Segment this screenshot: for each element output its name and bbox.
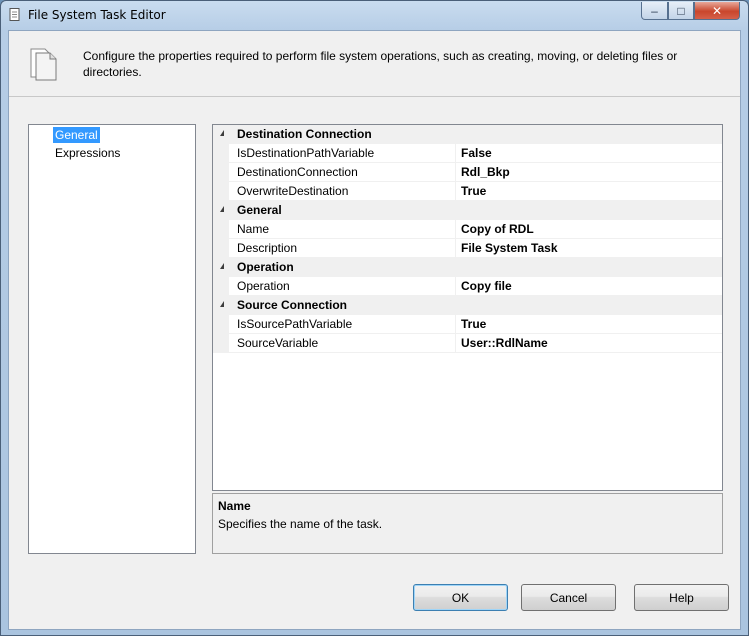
property-row[interactable]: Name Copy of RDL [213, 220, 722, 239]
property-grid: Destination Connection IsDestinationPath… [212, 124, 723, 491]
collapse-arrow-icon[interactable] [213, 258, 233, 277]
category-label: Source Connection [237, 298, 348, 312]
page-navigation-list: General Expressions [28, 124, 196, 554]
ok-button[interactable]: OK [413, 584, 508, 611]
dialog-window: File System Task Editor – □ ✕ Configure … [0, 0, 749, 636]
collapse-arrow-icon[interactable] [213, 201, 233, 220]
property-row[interactable]: Operation Copy file [213, 277, 722, 296]
property-row[interactable]: SourceVariable User::RdlName [213, 334, 722, 353]
category-label: Destination Connection [237, 127, 372, 141]
property-name: IsDestinationPathVariable [237, 146, 375, 160]
category-row-general[interactable]: General [213, 201, 722, 220]
nav-item-general[interactable]: General [53, 127, 100, 143]
minimize-button[interactable]: – [641, 2, 668, 20]
property-value[interactable]: File System Task [461, 241, 558, 255]
document-icon [9, 8, 20, 21]
nav-item-expressions[interactable]: Expressions [53, 145, 122, 161]
property-name: Description [237, 241, 298, 255]
title-bar[interactable]: File System Task Editor – □ ✕ [1, 1, 748, 29]
help-button[interactable]: Help [634, 584, 729, 611]
property-row[interactable]: IsSourcePathVariable True [213, 315, 722, 334]
property-name: SourceVariable [237, 336, 319, 350]
property-row[interactable]: DestinationConnection Rdl_Bkp [213, 163, 722, 182]
header-band: Configure the properties required to per… [9, 31, 740, 91]
property-description-panel: Name Specifies the name of the task. [212, 493, 723, 554]
maximize-icon: □ [677, 3, 685, 18]
description-title: Name [218, 499, 251, 513]
property-value[interactable]: User::RdlName [461, 336, 548, 350]
maximize-button[interactable]: □ [668, 2, 694, 20]
close-button[interactable]: ✕ [694, 2, 740, 20]
header-divider [9, 96, 740, 97]
property-value[interactable]: True [461, 317, 486, 331]
category-label: General [237, 203, 282, 217]
property-name: Operation [237, 279, 290, 293]
category-row-destination-connection[interactable]: Destination Connection [213, 125, 722, 144]
minimize-icon: – [651, 3, 658, 18]
property-value[interactable]: Copy of RDL [461, 222, 534, 236]
collapse-arrow-icon[interactable] [213, 125, 233, 144]
collapse-arrow-icon[interactable] [213, 296, 233, 315]
property-row[interactable]: OverwriteDestination True [213, 182, 722, 201]
property-name: IsSourcePathVariable [237, 317, 353, 331]
dialog-client-area: Configure the properties required to per… [8, 30, 741, 630]
header-description: Configure the properties required to per… [83, 49, 678, 79]
category-row-operation[interactable]: Operation [213, 258, 722, 277]
property-name: Name [237, 222, 270, 236]
property-value[interactable]: True [461, 184, 486, 198]
description-text: Specifies the name of the task. [218, 517, 383, 531]
cancel-button[interactable]: Cancel [521, 584, 616, 611]
property-row[interactable]: Description File System Task [213, 239, 722, 258]
category-label: Operation [237, 260, 294, 274]
property-value[interactable]: Rdl_Bkp [461, 165, 510, 179]
property-value[interactable]: False [461, 146, 492, 160]
property-value[interactable]: Copy file [461, 279, 512, 293]
property-name: DestinationConnection [237, 165, 358, 179]
property-name: OverwriteDestination [237, 184, 349, 198]
property-row[interactable]: IsDestinationPathVariable False [213, 144, 722, 163]
window-title: File System Task Editor [28, 8, 166, 22]
category-row-source-connection[interactable]: Source Connection [213, 296, 722, 315]
file-copy-icon [30, 48, 57, 81]
close-icon: ✕ [711, 3, 723, 18]
